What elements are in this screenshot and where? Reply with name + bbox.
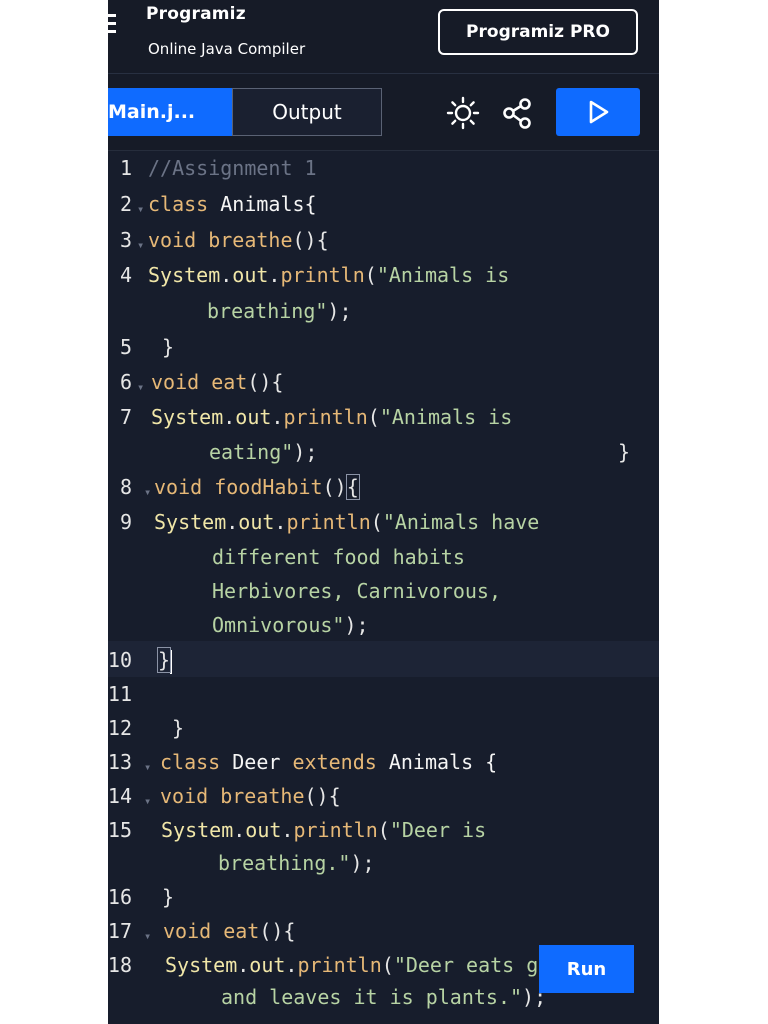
theme-toggle-sun-icon[interactable] [446,96,480,130]
tab-main-java[interactable]: Main.j... [108,88,232,136]
header: Programiz Online Java Compiler Programiz… [108,0,659,74]
active-line-highlight [108,641,659,677]
code-line-wrap: breathing."); [218,851,375,875]
brand-logo[interactable]: Programiz [146,4,246,24]
code-line: System.out.println("Animals have [154,510,540,534]
fold-arrow-icon[interactable]: ▾ [144,485,151,499]
menu-icon[interactable] [108,14,116,36]
fold-arrow-icon[interactable]: ▾ [137,238,144,252]
line-number: 14 [108,784,132,808]
code-line: void breathe(){ [160,784,341,808]
fold-arrow-icon[interactable]: ▾ [137,202,144,216]
code-line: void eat(){ [151,370,284,394]
line-number: 17 [108,919,132,943]
line-number: 11 [108,682,132,706]
code-line-wrap: and leaves it is plants."); [221,985,547,1009]
fold-arrow-icon[interactable]: ▾ [144,794,151,808]
page-subtitle: Online Java Compiler [148,40,306,58]
code-line: void breathe(){ [148,228,329,252]
line-number: 4 [119,263,132,287]
code-line: System.out.println("Animals is [151,405,513,429]
stray-brace: } [618,440,631,464]
code-line: void foodHabit(){ [154,474,360,500]
run-button[interactable]: Run [539,945,634,993]
run-play-button[interactable] [556,88,640,136]
code-line-wrap: eating"); [209,440,318,464]
compiler-app: Programiz Online Java Compiler Programiz… [108,0,659,1024]
line-number: 10 [108,648,132,672]
code-line-wrap: Herbivores, Carnivorous, [212,579,501,603]
text-cursor [170,649,173,674]
code-line: System.out.println("Animals is [148,263,510,287]
line-number: 2 [119,192,132,216]
code-line-wrap: different food habits [212,545,465,569]
code-line: System.out.println("Deer eats grass [165,953,587,977]
code-line-wrap: breathing"); [207,299,352,323]
share-icon[interactable] [500,96,534,130]
code-line: } [162,885,175,909]
code-line: } [162,335,175,359]
line-number: 13 [108,750,132,774]
line-number: 9 [119,510,132,534]
line-number: 5 [119,335,132,359]
fold-arrow-icon[interactable]: ▾ [137,380,144,394]
code-line: } [172,716,185,740]
editor-toolbar: Main.j... Output [108,74,659,151]
line-number: 18 [108,953,132,977]
play-icon [589,100,609,124]
code-line: //Assignment 1 [148,156,317,180]
line-number: 6 [119,370,132,394]
code-line: System.out.println("Deer is [161,818,487,842]
code-line: class Deer extends Animals { [160,750,498,774]
line-number: 15 [108,818,132,842]
tab-output[interactable]: Output [232,88,382,136]
fold-arrow-icon[interactable]: ▾ [144,760,151,774]
line-number: 7 [119,405,132,429]
line-number: 1 [119,156,132,180]
line-number: 16 [108,885,132,909]
code-line-wrap: Omnivorous"); [212,613,369,637]
code-line: } [156,647,173,674]
line-number: 8 [119,475,132,499]
line-number: 12 [108,716,132,740]
code-line: void eat(){ [163,919,296,943]
fold-arrow-icon[interactable]: ▾ [144,929,151,943]
line-number: 3 [119,228,132,252]
code-line: class Animals{ [148,192,317,216]
code-editor[interactable]: 1 2 3 4 5 6 7 8 9 10 11 12 13 14 15 16 1… [108,151,659,1024]
programiz-pro-button[interactable]: Programiz PRO [438,9,638,55]
